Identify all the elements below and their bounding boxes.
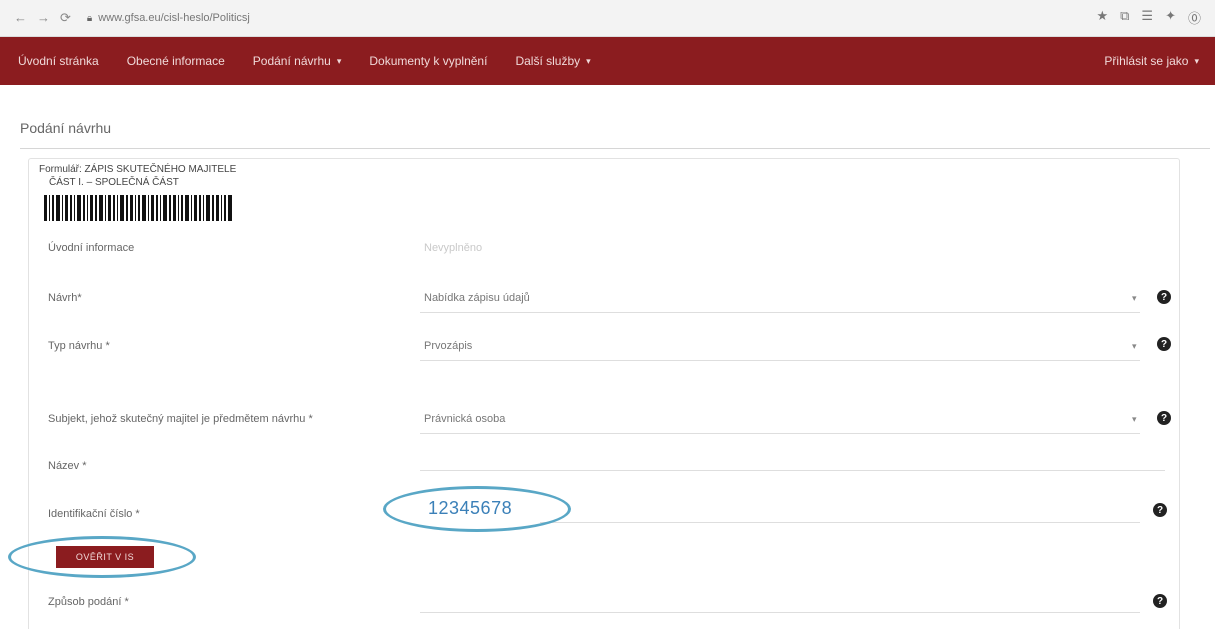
subject-select[interactable]: Právnická osoba [424, 413, 505, 425]
help-icon[interactable]: ? [1157, 411, 1171, 425]
address-url: www.gfsa.eu/cisl-heslo/Politicsj [98, 12, 250, 24]
highlight-ellipse [383, 486, 571, 532]
form-subtitle: ČÁST I. – SPOLEČNÁ ČÁST [49, 177, 179, 188]
nav-item-label: Další služby [515, 54, 581, 68]
form-card: Formulář: ZÁPIS SKUTEČNÉHO MAJITELE ČÁST… [28, 158, 1180, 629]
lock-icon: 🔒︎ [86, 12, 93, 24]
address-bar[interactable]: 🔒︎ www.gfsa.eu/cisl-heslo/Politicsj [87, 7, 707, 29]
chevron-down-icon[interactable]: ▾ [1132, 293, 1137, 304]
nav-item-home[interactable]: Úvodní stránka [18, 54, 99, 68]
nav-item-login[interactable]: Přihlásit se jako ▾ [1104, 54, 1199, 68]
form-title: Formulář: ZÁPIS SKUTEČNÉHO MAJITELE [39, 164, 237, 175]
nav-item-label: Obecné informace [126, 54, 225, 68]
nav-item-label: Podání návrhu [252, 54, 331, 68]
proposal-select[interactable]: Nabídka zápisu údajů [424, 292, 530, 304]
chevron-down-icon[interactable]: ▾ [1132, 414, 1137, 425]
field-label-id-number: Identifikační číslo * [48, 508, 140, 520]
field-label-subject: Subjekt, jehož skutečný majitel je předm… [48, 413, 313, 425]
reload-icon[interactable]: ⟳ [60, 10, 71, 26]
forward-icon[interactable]: → [37, 10, 50, 26]
field-label-proposal: Návrh* [48, 292, 82, 304]
bookmark-icon[interactable]: ★ [1096, 8, 1108, 27]
browser-nav: ← → ⟳ [14, 10, 71, 26]
back-icon[interactable]: ← [14, 10, 27, 26]
field-label-submission-method: Způsob podání * [48, 596, 129, 608]
extension-icon[interactable]: ⧉ [1120, 8, 1129, 27]
barcode-image [44, 195, 232, 221]
field-label-name: Název * [48, 460, 87, 472]
field-value-intro: Nevyplněno [424, 242, 483, 254]
nav-item-label: Dokumenty k vyplnění [369, 54, 488, 68]
help-icon[interactable]: ? [1153, 594, 1167, 608]
field-label-intro: Úvodní informace [48, 242, 135, 254]
browser-toolbar: ← → ⟳ 🔒︎ www.gfsa.eu/cisl-heslo/Politics… [0, 0, 1215, 37]
field-underline [420, 312, 1140, 313]
nav-item-services[interactable]: Další služby ▾ [515, 54, 590, 68]
top-navigation: Úvodní stránka Obecné informace Podání n… [0, 37, 1215, 85]
nav-item-general-info[interactable]: Obecné informace [127, 54, 225, 68]
form-header: Formulář: ZÁPIS SKUTEČNÉHO MAJITELE ČÁST… [39, 163, 236, 189]
help-icon[interactable]: ? [1157, 337, 1171, 351]
help-icon[interactable]: ? [1157, 290, 1171, 304]
nav-item-submit-proposal[interactable]: Podání návrhu ▾ [253, 54, 342, 68]
chevron-down-icon[interactable]: ▾ [1132, 341, 1137, 352]
nav-item-label: Úvodní stránka [18, 54, 99, 68]
submission-method-input[interactable] [420, 612, 1140, 613]
field-underline [420, 360, 1140, 361]
nav-item-label: Přihlásit se jako [1104, 54, 1189, 68]
proposal-type-select[interactable]: Prvozápis [424, 340, 472, 352]
chevron-down-icon: ▾ [336, 55, 342, 66]
chevron-down-icon: ▾ [586, 55, 591, 66]
page-title: Podání návrhu [20, 120, 112, 136]
nav-item-documents[interactable]: Dokumenty k vyplnění [369, 54, 487, 68]
menu-icon[interactable]: ☰ [1141, 8, 1153, 27]
field-underline [540, 522, 1140, 523]
browser-actions: ★ ⧉ ☰ ✦ ⓪ [1096, 8, 1201, 27]
name-input[interactable] [420, 470, 1165, 471]
field-underline [420, 433, 1140, 434]
field-label-proposal-type: Typ návrhu * [48, 340, 110, 352]
sparkle-icon[interactable]: ✦ [1165, 8, 1176, 27]
help-icon[interactable]: ? [1153, 503, 1167, 517]
chevron-down-icon: ▾ [1194, 55, 1199, 66]
title-divider [20, 148, 1210, 149]
highlight-ellipse [8, 536, 196, 578]
profile-icon[interactable]: ⓪ [1188, 8, 1201, 27]
